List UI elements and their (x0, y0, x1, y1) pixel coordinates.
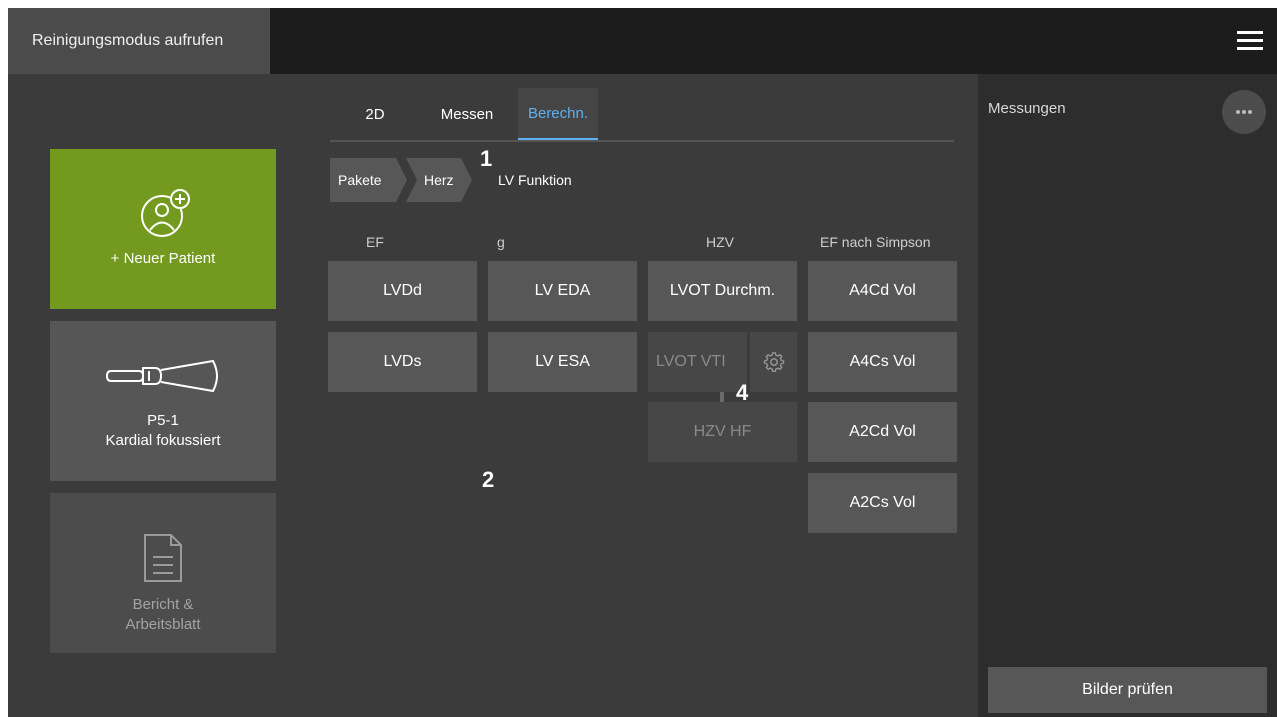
column-header-ef: EF (366, 234, 384, 250)
calc-button-lv-esa[interactable]: LV ESA (488, 332, 637, 392)
tab-bar: 2D Messen Berechn. (330, 88, 954, 142)
probe-selector-button[interactable]: P5-1 Kardial fokussiert (50, 321, 276, 481)
connector-tick (720, 392, 724, 402)
add-user-icon (141, 189, 190, 237)
new-patient-button[interactable]: + Neuer Patient (50, 149, 276, 309)
calc-button-a2cs-vol[interactable]: A2Cs Vol (808, 473, 957, 533)
probe-model: P5-1 (147, 412, 179, 429)
breadcrumb-herz[interactable]: Herz (424, 158, 454, 202)
top-bar: Reinigungsmodus aufrufen (8, 8, 1277, 74)
new-patient-label: + Neuer Patient (110, 250, 216, 267)
calc-button-lvot-vti[interactable]: LVOT VTI (648, 332, 747, 392)
app-screen: Reinigungsmodus aufrufen + Neuer Patient… (8, 8, 1277, 717)
breadcrumb-pakete[interactable]: Pakete (338, 158, 382, 202)
callout-2: 2 (482, 467, 495, 492)
calc-button-a4cd-vol[interactable]: A4Cd Vol (808, 261, 957, 321)
calc-button-lvdd[interactable]: LVDd (328, 261, 477, 321)
callout-4: 4 (736, 380, 749, 405)
probe-preset: Kardial fokussiert (105, 432, 221, 449)
report-worksheet-button[interactable]: Bericht & Arbeitsblatt (50, 493, 276, 653)
breadcrumb-lv-funktion: LV Funktion (498, 172, 572, 188)
report-label-line2: Arbeitsblatt (125, 616, 201, 633)
tab-berechn[interactable]: Berechn. (518, 88, 598, 140)
report-label-line1: Bericht & (132, 596, 194, 613)
callout-1: 1 (480, 146, 493, 171)
tab-messen[interactable]: Messen (432, 88, 502, 140)
more-options-icon (1236, 110, 1252, 114)
tab-2d[interactable]: 2D (348, 88, 402, 140)
measurements-title: Messungen (988, 100, 1066, 117)
calc-button-a4cs-vol[interactable]: A4Cs Vol (808, 332, 957, 392)
document-icon (144, 534, 182, 582)
measurements-panel: Messungen Bilder prüfen (978, 74, 1277, 717)
column-header-g: g (497, 234, 505, 250)
column-header-hzv: HZV (706, 234, 734, 250)
calc-button-lvot-durchm[interactable]: LVOT Durchm. (648, 261, 797, 321)
more-options-button[interactable] (1222, 90, 1266, 134)
review-images-button[interactable]: Bilder prüfen (988, 667, 1267, 713)
gear-icon (763, 352, 784, 372)
probe-icon (105, 359, 218, 393)
lvot-vti-settings-button[interactable] (750, 332, 797, 392)
calc-button-lvds[interactable]: LVDs (328, 332, 477, 392)
hamburger-menu-icon[interactable] (1237, 29, 1263, 53)
cleaning-mode-button[interactable]: Reinigungsmodus aufrufen (8, 8, 270, 74)
column-header-ef-simpson: EF nach Simpson (820, 234, 931, 250)
calc-button-lv-eda[interactable]: LV EDA (488, 261, 637, 321)
calc-button-a2cd-vol[interactable]: A2Cd Vol (808, 402, 957, 462)
calc-button-hzv-hf[interactable]: HZV HF (648, 402, 797, 462)
